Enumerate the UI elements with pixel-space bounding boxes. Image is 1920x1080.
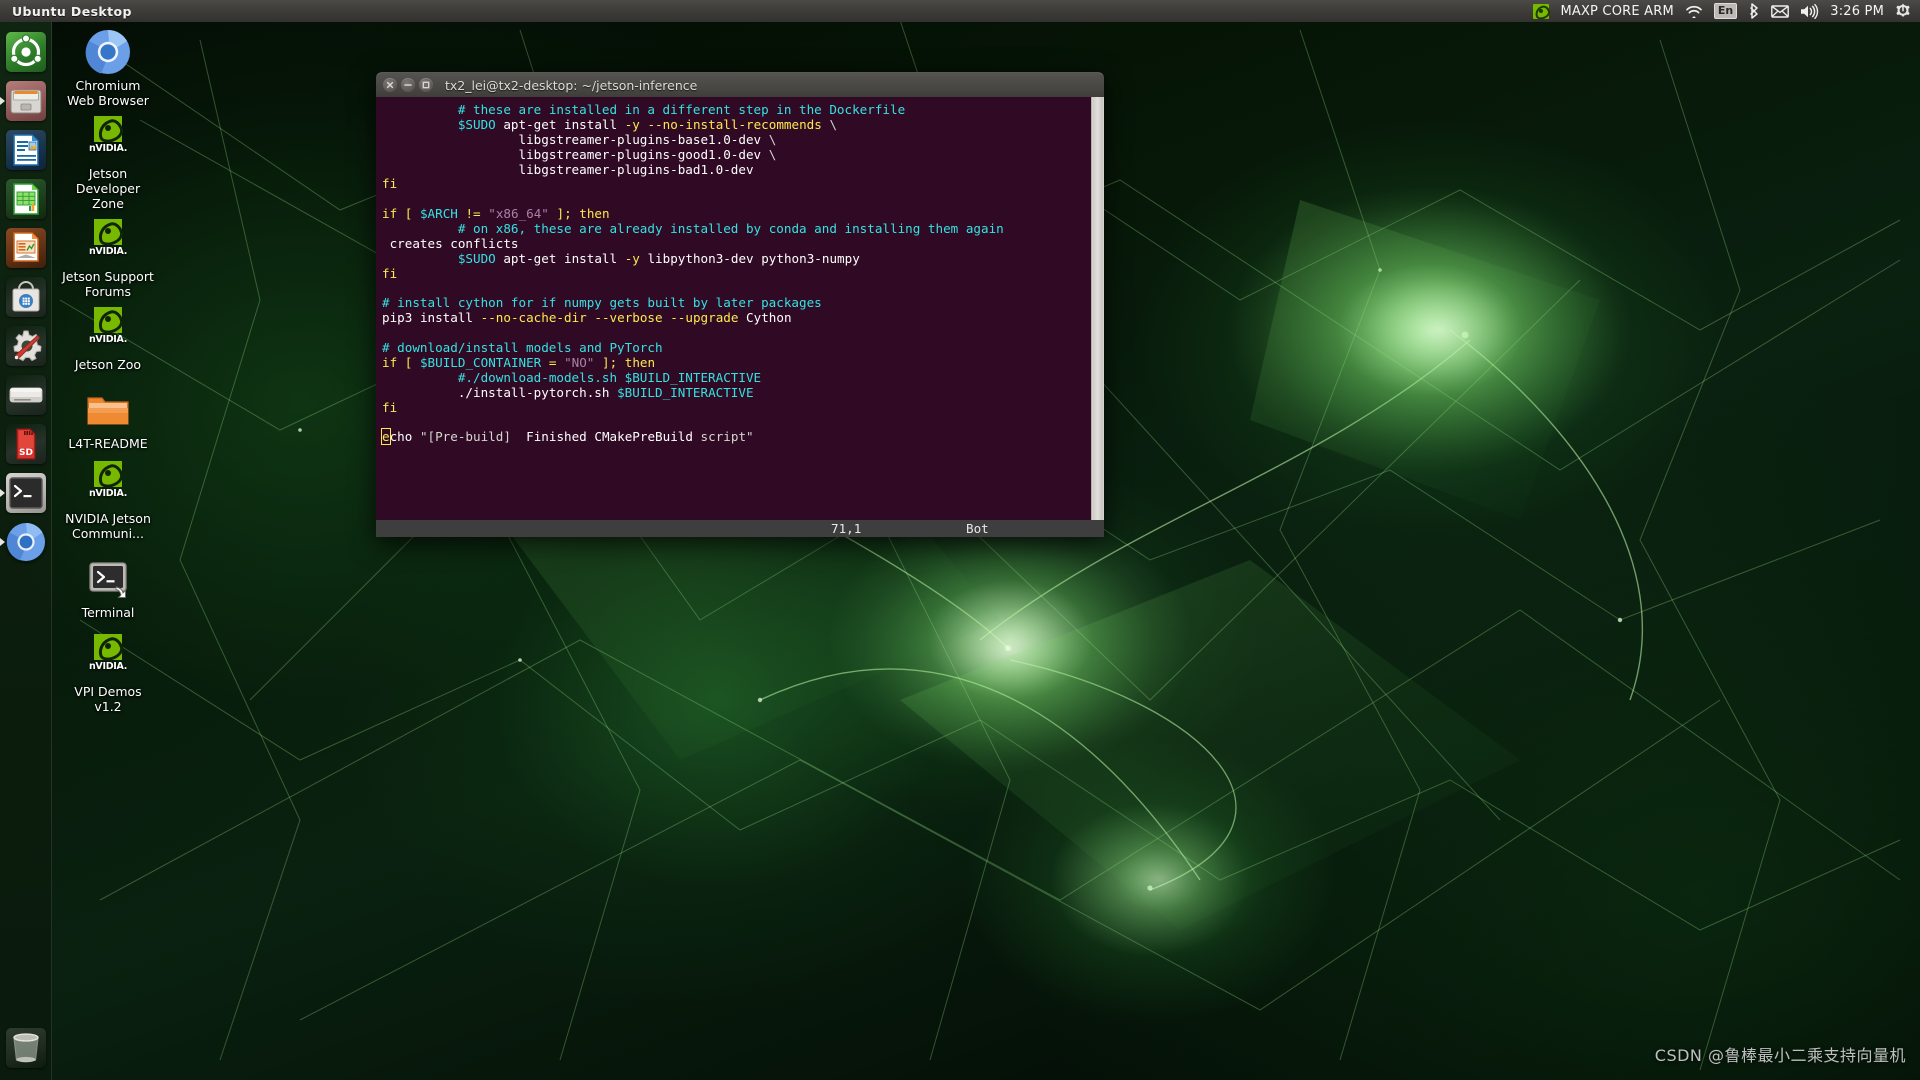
speaker-icon[interactable]	[1800, 0, 1819, 22]
desktop-icon-label: NVIDIA Jetson Communi...	[61, 511, 155, 541]
maximize-icon[interactable]	[419, 78, 433, 92]
desktop-icon-l4t-readme[interactable]: L4T-README	[60, 386, 156, 451]
keyboard-layout-indicator[interactable]: En	[1714, 0, 1737, 22]
launcher-item-chromium[interactable]	[0, 518, 52, 566]
nvidia-logo-icon: nVIDIA.	[84, 461, 132, 509]
running-indicator-left	[0, 538, 5, 546]
minimize-icon[interactable]	[401, 78, 415, 92]
desktop-icon-nvidia-jetson-community[interactable]: nVIDIA. NVIDIA Jetson Communi...	[60, 461, 156, 541]
bluetooth-icon[interactable]	[1748, 0, 1760, 22]
vim-scroll-location: Bot	[966, 520, 989, 537]
nvidia-logo-icon: nVIDIA.	[84, 307, 132, 355]
running-indicator-left	[0, 489, 5, 497]
launcher-item-libreoffice-calc[interactable]	[0, 175, 52, 223]
terminal-titlebar[interactable]: tx2_lei@tx2-desktop: ~/jetson-inference	[376, 72, 1104, 97]
nvidia-logo-icon: nVIDIA.	[84, 219, 132, 267]
power-gear-icon[interactable]	[1895, 0, 1911, 22]
desktop-icon-label: Terminal	[82, 605, 135, 620]
launcher-item-libreoffice-writer[interactable]	[0, 126, 52, 174]
unity-launcher[interactable]: SD	[0, 22, 52, 1080]
desktop-icon-label: Jetson Support Forums	[61, 269, 155, 299]
desktop-icon-label: Jetson Developer Zone	[61, 166, 155, 211]
spreadsheet-icon	[6, 179, 46, 219]
svg-text:SD: SD	[19, 448, 33, 458]
top-panel[interactable]: Ubuntu Desktop MAXP CORE ARM En	[0, 0, 1920, 22]
desktop-icon-chromium-web-browser[interactable]: Chromium Web Browser	[60, 28, 156, 108]
desktop-icon-jetson-support-forums[interactable]: nVIDIA. Jetson Support Forums	[60, 219, 156, 299]
chromium-icon	[84, 28, 132, 76]
presentation-icon	[6, 228, 46, 268]
nvidia-eye-icon[interactable]	[1533, 0, 1549, 22]
terminal-title: tx2_lei@tx2-desktop: ~/jetson-inference	[445, 78, 697, 93]
hard-drive-icon	[6, 375, 46, 415]
ubuntu-logo-icon	[6, 32, 46, 72]
launcher-item-terminal[interactable]	[0, 469, 52, 517]
maxp-indicator[interactable]: MAXP CORE ARM	[1560, 0, 1673, 22]
document-icon	[6, 130, 46, 170]
close-icon[interactable]	[383, 78, 397, 92]
desktop-icon-vpi-demos[interactable]: nVIDIA. VPI Demos v1.2	[60, 634, 156, 714]
sd-card-icon: SD	[6, 424, 46, 464]
terminal-scrollbar[interactable]	[1091, 97, 1104, 537]
trash-icon	[6, 1028, 46, 1068]
clock-label: 3:26 PM	[1830, 4, 1884, 19]
desktop-icon-terminal[interactable]: Terminal	[60, 555, 156, 620]
launcher-item-software-center[interactable]	[0, 273, 52, 321]
wifi-icon[interactable]	[1685, 0, 1703, 22]
terminal-window[interactable]: tx2_lei@tx2-desktop: ~/jetson-inference …	[376, 72, 1104, 537]
launcher-item-libreoffice-impress[interactable]	[0, 224, 52, 272]
clock[interactable]: 3:26 PM	[1830, 0, 1884, 22]
desktop-icon-label: Chromium Web Browser	[61, 78, 155, 108]
file-cabinet-icon	[6, 81, 46, 121]
desktop-icon-grid: Chromium Web Browser nVIDIA. Jetson Deve…	[60, 28, 156, 718]
terminal-shortcut-icon	[84, 555, 132, 603]
maxp-label: MAXP CORE ARM	[1560, 4, 1673, 19]
panel-title[interactable]: Ubuntu Desktop	[12, 4, 132, 19]
folder-icon	[84, 386, 132, 434]
system-tray[interactable]: MAXP CORE ARM En	[1533, 0, 1920, 22]
launcher-item-system-settings[interactable]	[0, 322, 52, 370]
desktop-icon-jetson-zoo[interactable]: nVIDIA. Jetson Zoo	[60, 307, 156, 372]
chromium-icon	[6, 522, 46, 562]
desktop-icon-jetson-developer-zone[interactable]: nVIDIA. Jetson Developer Zone	[60, 116, 156, 211]
gear-wrench-icon	[6, 326, 46, 366]
launcher-item-trash[interactable]	[0, 1024, 52, 1072]
terminal-text-content[interactable]: # these are installed in a different ste…	[376, 97, 1091, 537]
watermark: CSDN @鲁棒最小二乘支持向量机	[1655, 1042, 1906, 1066]
desktop-icon-label: Jetson Zoo	[75, 357, 141, 372]
nvidia-logo-icon: nVIDIA.	[84, 634, 132, 682]
keyboard-layout-label: En	[1714, 3, 1737, 19]
desktop-icon-label: L4T-README	[68, 436, 147, 451]
launcher-item-sd-card[interactable]: SD	[0, 420, 52, 468]
running-indicator-left	[0, 97, 5, 105]
terminal-body[interactable]: # these are installed in a different ste…	[376, 97, 1104, 537]
launcher-item-files[interactable]	[0, 77, 52, 125]
nvidia-logo-icon: nVIDIA.	[84, 116, 132, 164]
launcher-item-disk-drive[interactable]	[0, 371, 52, 419]
terminal-icon	[6, 473, 46, 513]
shopping-bag-icon	[6, 277, 46, 317]
envelope-icon[interactable]	[1771, 0, 1789, 22]
desktop-icon-label: VPI Demos v1.2	[61, 684, 155, 714]
vim-status-line: 71,1 Bot	[376, 520, 1104, 537]
launcher-item-ubuntu-dash[interactable]	[0, 28, 52, 76]
scrollbar-thumb[interactable]	[1093, 97, 1103, 537]
vim-cursor-position: 71,1	[831, 520, 861, 537]
